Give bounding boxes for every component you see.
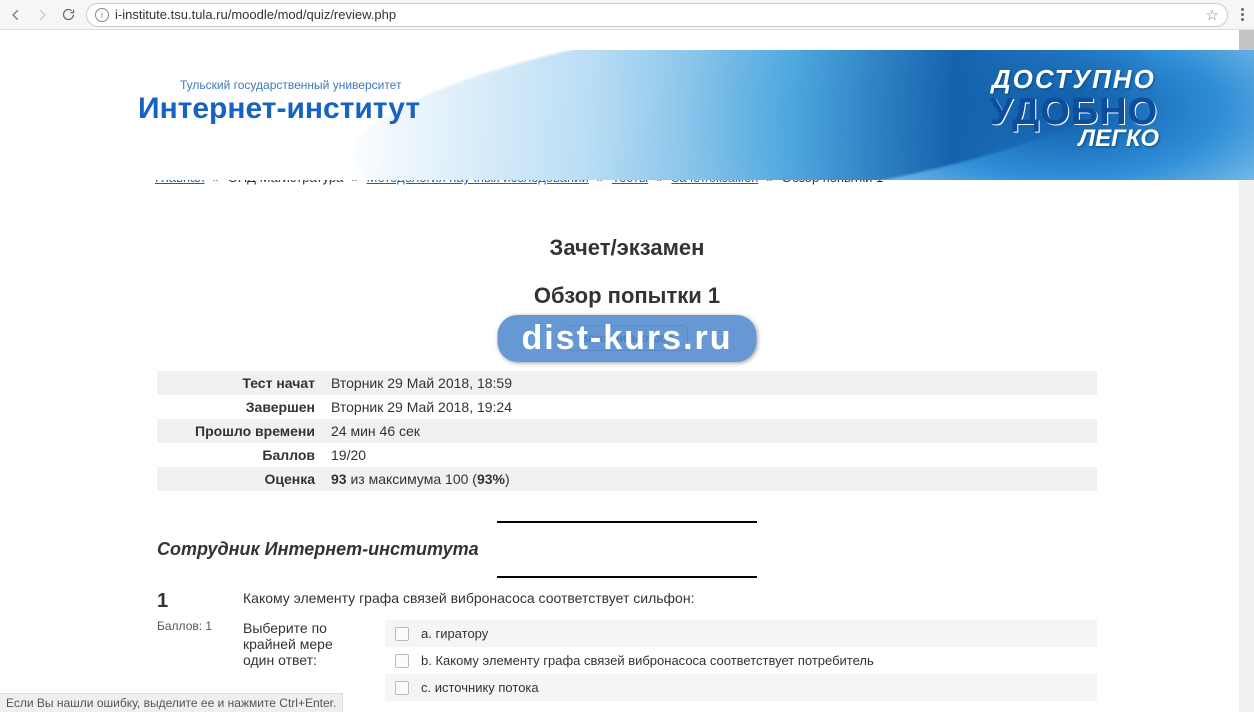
logo-title: Интернет-институт	[138, 94, 420, 124]
slogan-line-2: УДОБНО	[989, 95, 1159, 129]
browser-menu-button[interactable]	[1236, 8, 1248, 21]
error-report-hint: Если Вы нашли ошибку, выделите ее и нажм…	[0, 693, 343, 712]
bookmark-star-icon[interactable]: ☆	[1206, 6, 1219, 24]
checkbox[interactable]	[395, 654, 409, 668]
finish-review-button[interactable]: Закончить обзор	[566, 325, 689, 351]
option-label: c. источнику потока	[421, 680, 539, 695]
option-label: b. Какому элементу графа связей вибронас…	[421, 653, 874, 668]
page-subtitle: Обзор попытки 1	[157, 283, 1097, 309]
question-option[interactable]: c. источнику потока	[385, 674, 1097, 701]
summary-label: Прошло времени	[157, 423, 327, 439]
browser-toolbar: i i-institute.tsu.tula.ru/moodle/mod/qui…	[0, 0, 1254, 30]
attempt-summary: Тест начат Вторник 29 Май 2018, 18:59 За…	[157, 371, 1097, 491]
site-logo[interactable]: Тульский государственный университет Инт…	[138, 78, 420, 124]
summary-label: Баллов	[157, 447, 327, 463]
option-label: a. гиратору	[421, 626, 488, 641]
summary-label: Завершен	[157, 399, 327, 415]
question-option[interactable]: b. Какому элементу графа связей вибронас…	[385, 647, 1097, 674]
question-text: Какому элементу графа связей вибронасоса…	[243, 590, 1097, 606]
forward-button[interactable]	[32, 5, 52, 25]
page-title: Зачет/экзамен	[157, 235, 1097, 261]
page-viewport: Тульский государственный университет Инт…	[0, 30, 1254, 712]
url-text: i-institute.tsu.tula.ru/moodle/mod/quiz/…	[115, 7, 1200, 22]
question-points: Баллов: 1	[157, 619, 225, 633]
summary-value-grade: 93 из максимума 100 (93%)	[327, 471, 1097, 487]
address-bar[interactable]: i i-institute.tsu.tula.ru/moodle/mod/qui…	[86, 3, 1228, 27]
checkbox[interactable]	[395, 627, 409, 641]
checkbox[interactable]	[395, 681, 409, 695]
summary-label: Тест начат	[157, 375, 327, 391]
question-number: 1	[157, 590, 225, 613]
summary-value: Вторник 29 Май 2018, 19:24	[327, 399, 1097, 415]
question-option[interactable]: a. гиратору	[385, 620, 1097, 647]
user-identity: Сотрудник Интернет-института	[157, 539, 1097, 560]
slogan: ДОСТУПНО УДОБНО ЛЕГКО	[989, 64, 1159, 148]
slogan-line-3: ЛЕГКО	[1079, 129, 1159, 148]
summary-value: 19/20	[327, 447, 1097, 463]
site-info-icon[interactable]: i	[95, 8, 109, 22]
question-instruction: Выберите по крайней мере один ответ:	[243, 620, 363, 701]
nav-buttons	[6, 5, 78, 25]
site-banner: Тульский государственный университет Инт…	[0, 50, 1254, 180]
divider	[497, 521, 757, 523]
summary-value: Вторник 29 Май 2018, 18:59	[327, 375, 1097, 391]
summary-value: 24 мин 46 сек	[327, 423, 1097, 439]
question-options: a. гиратору b. Какому элементу графа свя…	[385, 620, 1097, 701]
question-block: 1 Баллов: 1 Какому элементу графа связей…	[157, 590, 1097, 701]
divider	[497, 576, 757, 578]
summary-label-grade: Оценка	[157, 471, 327, 487]
main-content: Зачет/экзамен Обзор попытки 1 Закончить …	[157, 185, 1097, 701]
back-button[interactable]	[6, 5, 26, 25]
reload-button[interactable]	[58, 5, 78, 25]
logo-subtitle: Тульский государственный университет	[180, 78, 420, 92]
